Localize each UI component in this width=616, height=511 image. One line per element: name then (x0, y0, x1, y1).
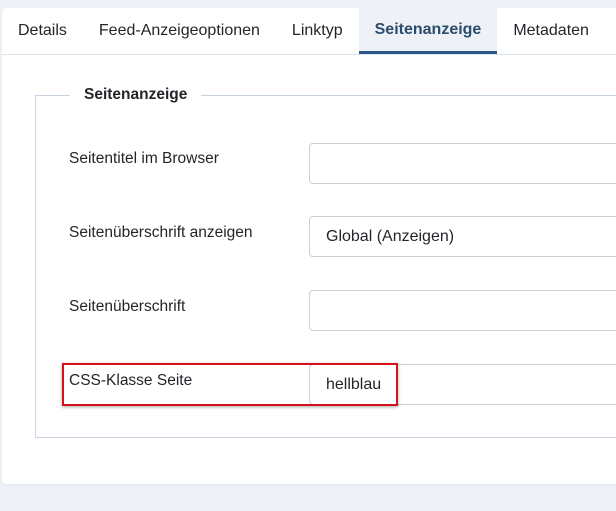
tab-feed-anzeigeoptionen[interactable]: Feed-Anzeigeoptionen (83, 8, 276, 54)
css-klasse-seite-input[interactable]: hellblau (309, 364, 616, 405)
seitenueberschrift-anzeigen-select[interactable]: Global (Anzeigen) (309, 216, 616, 257)
tab-details[interactable]: Details (2, 8, 83, 54)
label-css-klasse-seite: CSS-Klasse Seite (69, 372, 193, 389)
label-seitentitel: Seitentitel im Browser (69, 150, 219, 167)
tab-metadaten[interactable]: Metadaten (497, 8, 605, 54)
tab-linktyp[interactable]: Linktyp (276, 8, 359, 54)
fieldset-legend: Seitenanzeige (70, 85, 202, 105)
tab-bar: Details Feed-Anzeigeoptionen Linktyp Sei… (2, 8, 616, 55)
seitentitel-input[interactable] (309, 143, 616, 184)
label-seitenueberschrift: Seitenüberschrift (69, 298, 186, 315)
tab-seitenanzeige[interactable]: Seitenanzeige (358, 8, 498, 54)
label-seitenueberschrift-anzeigen: Seitenüberschrift anzeigen (69, 224, 253, 241)
seitenueberschrift-input[interactable] (309, 290, 616, 331)
tab-truncated[interactable]: C (605, 8, 616, 54)
